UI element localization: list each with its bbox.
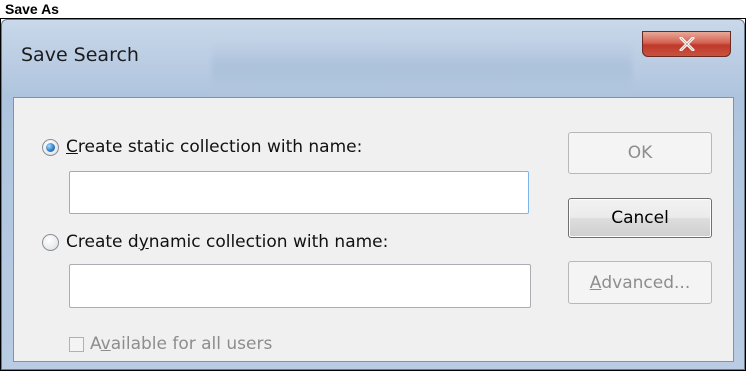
available-for-all-users-checkbox[interactable] [69,336,84,352]
static-collection-name-input[interactable] [69,171,529,214]
available-for-all-users-label: Available for all users [90,334,273,354]
available-for-all-users-checkbox-row[interactable]: Available for all users [69,334,272,354]
dialog-title: Save Search [21,44,139,66]
static-collection-radio[interactable]: Create static collection with name: [42,137,362,157]
advanced-button[interactable]: Advanced... [568,261,712,304]
dynamic-accesskey: y [138,232,149,252]
dynamic-collection-label: Create dynamic collection with name: [66,232,389,252]
dynamic-collection-radio[interactable]: Create dynamic collection with name: [42,232,388,252]
dynamic-collection-radio-button[interactable] [42,233,59,251]
ok-button[interactable]: OK [568,132,712,174]
advanced-accesskey: A [589,272,602,293]
save-search-dialog: Save Search Create static collection wit… [1,19,745,370]
close-button[interactable] [642,31,731,57]
static-accesskey: C [66,137,78,157]
static-collection-label: Create static collection with name: [66,137,363,157]
close-icon [679,37,694,51]
page-heading: Save As [5,1,59,17]
dynamic-collection-name-input[interactable] [69,264,531,308]
available-accesskey: v [100,334,111,354]
screenshot-frame: Save Search Create static collection wit… [0,18,746,371]
cancel-button[interactable]: Cancel [568,198,712,238]
titlebar-background-blur [212,42,632,88]
static-collection-radio-button[interactable] [42,138,59,156]
advanced-label: dvanced... [601,272,691,293]
dialog-client-area: Create static collection with name: Crea… [13,97,734,362]
